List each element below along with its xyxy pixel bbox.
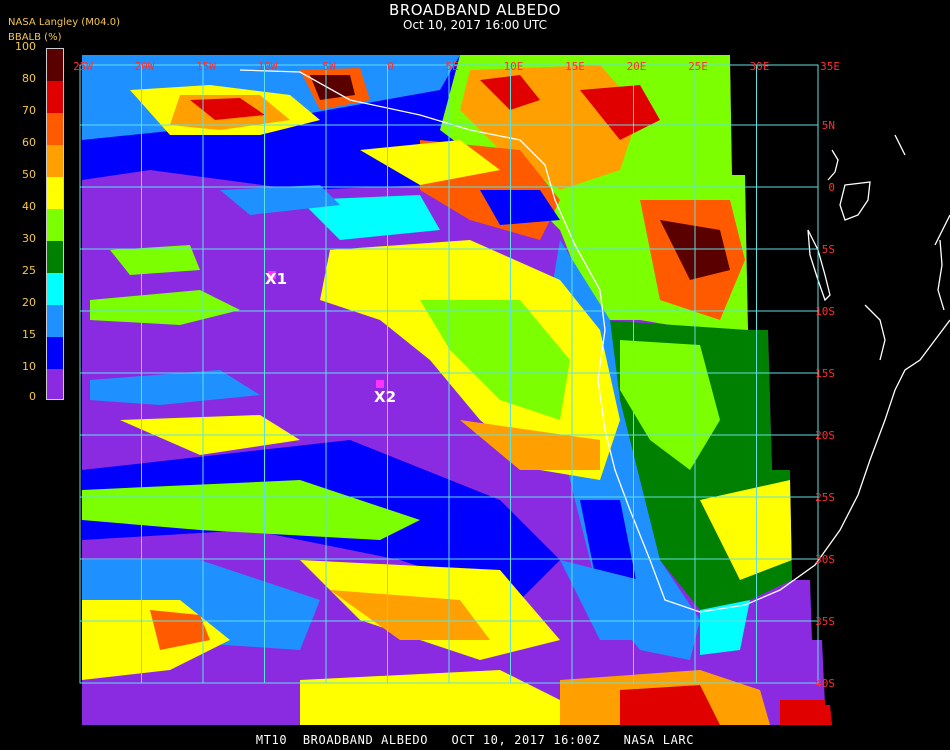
latitude-label: 35S (815, 615, 835, 628)
longitude-label: 25W (73, 60, 93, 73)
albedo-map: 25W 20W 15W 10W 5W 0 5E 10E 15E 20E 25E 30E 35E 5N 0 5… (73, 55, 950, 725)
longitude-label: 20E (627, 60, 647, 73)
longitude-label: 15E (565, 60, 585, 73)
legend-band (47, 49, 63, 81)
marker-x1-label: X1 (265, 270, 287, 288)
latitude-label: 15S (815, 367, 835, 380)
legend-band (47, 209, 63, 241)
longitude-label: 15W (196, 60, 216, 73)
latitude-label: 40S (815, 677, 835, 690)
legend-tick: 0 (29, 390, 36, 403)
longitude-label: 30E (750, 60, 770, 73)
map-title: BROADBAND ALBEDO (389, 1, 561, 19)
longitude-label: 10W (258, 60, 278, 73)
satellite-albedo-image (82, 55, 832, 725)
legend-band (47, 369, 63, 399)
marker-x2-label: X2 (374, 388, 396, 406)
legend-tick: 25 (22, 264, 36, 277)
legend-band (47, 241, 63, 273)
legend-tick: 100 (15, 40, 36, 53)
legend-tick: 40 (22, 200, 36, 213)
latitude-label: 10S (815, 305, 835, 318)
product-source: NASA Langley (M04.0) (8, 17, 120, 28)
legend-band (47, 145, 63, 177)
latitude-label: 25S (815, 491, 835, 504)
legend-tick: 20 (22, 296, 36, 309)
legend-band (47, 273, 63, 305)
longitude-label: 25E (688, 60, 708, 73)
marker-x2-dot (376, 380, 384, 388)
latitude-label: 0 (828, 181, 835, 194)
legend-band (47, 81, 63, 113)
color-legend (46, 48, 64, 400)
latitude-label: 5S (822, 243, 835, 256)
latitude-label: 20S (815, 429, 835, 442)
legend-tick: 60 (22, 136, 36, 149)
legend-band (47, 113, 63, 145)
longitude-label: 20W (135, 60, 155, 73)
legend-tick: 30 (22, 232, 36, 245)
legend-band (47, 305, 63, 337)
longitude-label: 0 (387, 60, 394, 73)
legend-tick: 15 (22, 328, 36, 341)
legend-tick: 70 (22, 104, 36, 117)
longitude-label: 5W (322, 60, 336, 73)
latitude-label: 5N (822, 119, 835, 132)
map-datetime: Oct 10, 2017 16:00 UTC (403, 18, 547, 32)
longitude-label: 5E (445, 60, 458, 73)
legend-tick: 10 (22, 360, 36, 373)
footer-caption: MT10 BROADBAND ALBEDO OCT 10, 2017 16:00… (255, 733, 695, 747)
longitude-label: 10E (504, 60, 524, 73)
legend-tick: 50 (22, 168, 36, 181)
legend-band (47, 177, 63, 209)
legend-band (47, 337, 63, 369)
legend-tick: 80 (22, 72, 36, 85)
latitude-label: 30S (815, 553, 835, 566)
longitude-label: 35E (820, 60, 840, 73)
